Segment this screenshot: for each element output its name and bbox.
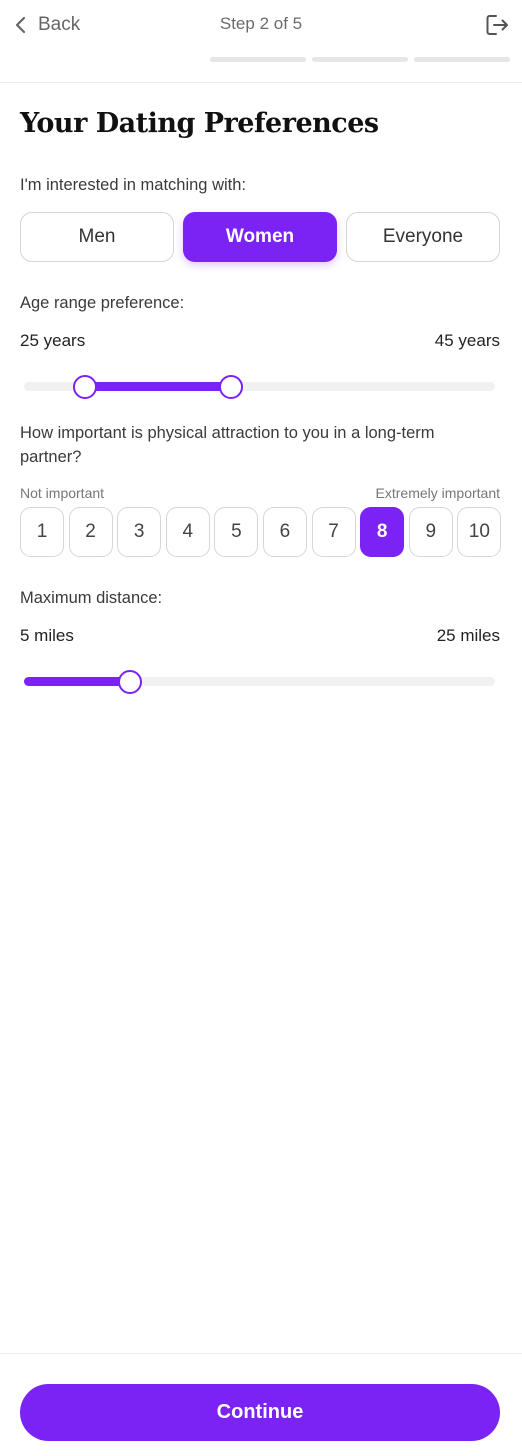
distance-slider[interactable] — [24, 669, 495, 694]
footer-bar: Continue — [0, 1353, 522, 1456]
progress-segment — [414, 57, 510, 62]
progress-segment — [210, 57, 306, 62]
gender-option-men[interactable]: Men — [20, 212, 174, 262]
progress-bar — [210, 57, 510, 62]
importance-scale: 1 2 3 4 5 6 7 8 9 10 — [20, 507, 502, 557]
age-range-fill — [85, 382, 232, 391]
progress-segment — [312, 57, 408, 62]
gender-selector: Men Women Everyone — [20, 212, 500, 262]
gender-option-women[interactable]: Women — [183, 212, 337, 262]
scale-low-hint: Not important — [20, 485, 105, 501]
scale-option-7[interactable]: 7 — [311, 507, 356, 557]
scale-option-5[interactable]: 5 — [214, 507, 259, 557]
scale-option-8[interactable]: 8 — [360, 507, 405, 557]
scale-option-3[interactable]: 3 — [117, 507, 162, 557]
scale-option-6[interactable]: 6 — [262, 507, 307, 557]
top-bar: Back Step 2 of 5 — [0, 0, 522, 83]
age-range-slider[interactable] — [24, 374, 495, 399]
distance-handle[interactable] — [117, 669, 142, 694]
page-title: Your Dating Preferences — [20, 108, 379, 139]
logout-icon[interactable] — [484, 13, 510, 37]
attraction-question: How important is physical attraction to … — [20, 424, 435, 466]
continue-button[interactable]: Continue — [20, 1384, 500, 1441]
age-max-value: 45 years — [434, 331, 500, 350]
scale-option-10[interactable]: 10 — [457, 507, 502, 557]
scale-option-2[interactable]: 2 — [68, 507, 113, 557]
age-max-handle[interactable] — [219, 374, 244, 399]
age-min-handle[interactable] — [73, 374, 98, 399]
distance-max-value: 25 miles — [436, 626, 500, 645]
age-min-value: 25 years — [20, 331, 86, 350]
distance-min-value: 5 miles — [20, 626, 74, 645]
scale-high-hint: Extremely important — [375, 485, 500, 501]
step-indicator: Step 2 of 5 — [219, 14, 303, 33]
age-range-label: Age range preference: — [20, 294, 185, 312]
scale-option-9[interactable]: 9 — [408, 507, 453, 557]
distance-label: Maximum distance: — [20, 589, 163, 607]
scale-option-4[interactable]: 4 — [165, 507, 210, 557]
scale-option-1[interactable]: 1 — [20, 507, 64, 557]
gender-label: I'm interested in matching with: — [20, 176, 246, 194]
distance-fill — [24, 677, 130, 686]
gender-option-everyone[interactable]: Everyone — [346, 212, 500, 262]
preferences-page: Back Step 2 of 5 Your Dating Preferences… — [0, 0, 522, 1456]
